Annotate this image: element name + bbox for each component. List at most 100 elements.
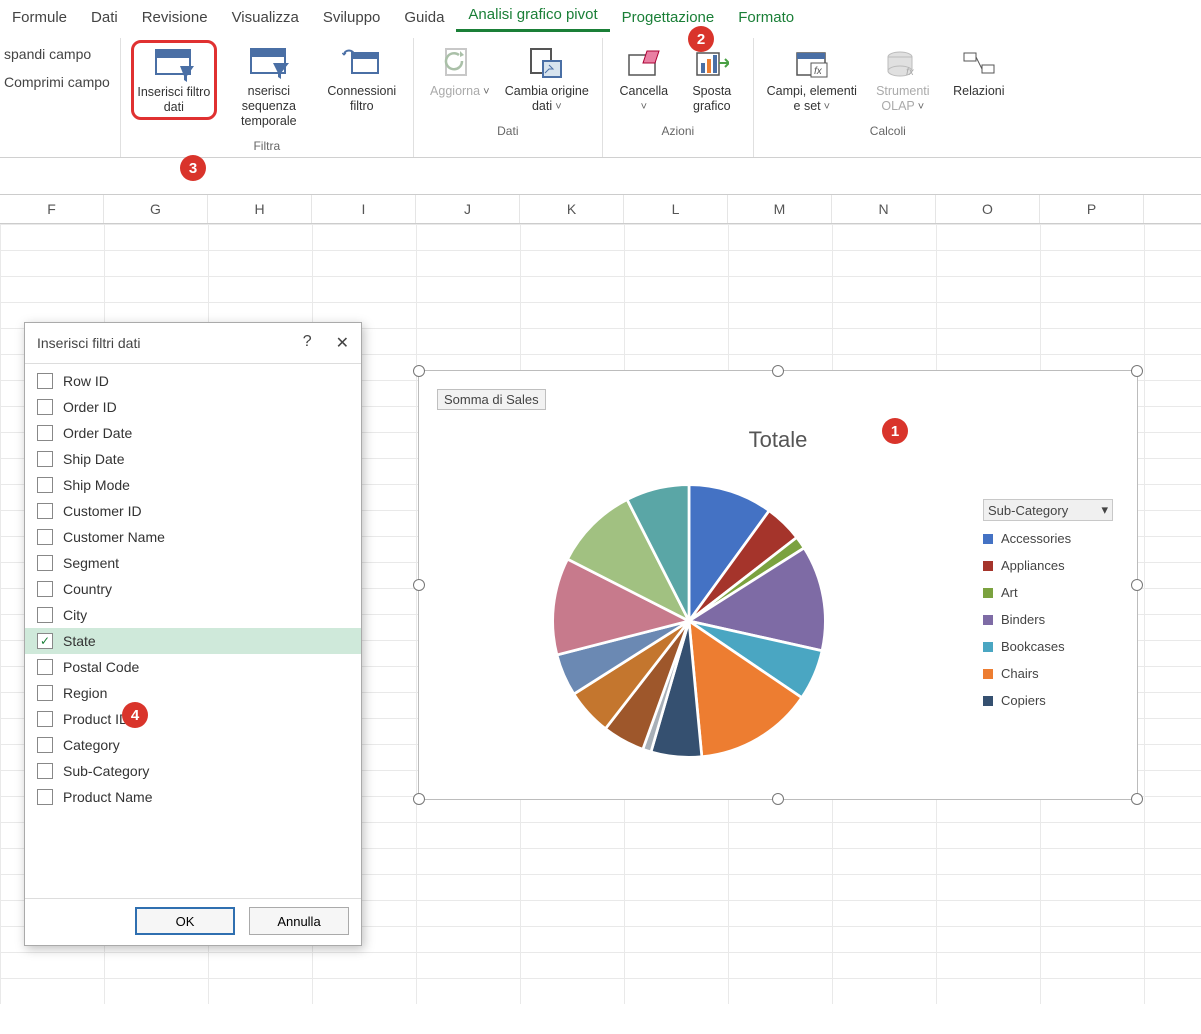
checkbox-icon[interactable] [37, 477, 53, 493]
column-header[interactable]: M [728, 195, 832, 223]
chart-legend: AccessoriesAppliancesArtBindersBookcases… [983, 531, 1113, 708]
slicer-field-item[interactable]: Sub-Category [25, 758, 361, 784]
expand-field-cmd[interactable]: spandi campo [4, 46, 110, 62]
checkbox-icon[interactable] [37, 711, 53, 727]
tab-guida[interactable]: Guida [392, 3, 456, 32]
slicer-field-item[interactable]: Segment [25, 550, 361, 576]
slicer-field-item[interactable]: ✓State [25, 628, 361, 654]
slicer-field-item[interactable]: Ship Mode [25, 472, 361, 498]
annotation-badge-4: 4 [122, 702, 148, 728]
slicer-field-item[interactable]: Customer Name [25, 524, 361, 550]
tab-formato[interactable]: Formato [726, 3, 806, 32]
column-header[interactable]: L [624, 195, 728, 223]
slicer-field-list[interactable]: Row IDOrder IDOrder Date Ship Date Ship Mo… [25, 363, 361, 899]
ribbon-field-actions: spandi campo Comprimi campo [0, 38, 121, 157]
legend-swatch [983, 669, 993, 679]
checkbox-icon[interactable] [37, 503, 53, 519]
resize-handle[interactable] [413, 793, 425, 805]
slicer-field-item[interactable]: Product ID [25, 706, 361, 732]
change-data-source-button[interactable]: Cambia origine dati [502, 40, 592, 118]
slicer-field-label: Postal Code [63, 659, 139, 675]
checkbox-icon[interactable] [37, 425, 53, 441]
relationships-button[interactable]: Relazioni [946, 40, 1012, 103]
resize-handle[interactable] [413, 579, 425, 591]
tab-revisione[interactable]: Revisione [130, 3, 220, 32]
slicer-field-item[interactable]: Country [25, 576, 361, 602]
clear-button[interactable]: Cancella [613, 40, 675, 118]
slicer-field-label: Country [63, 581, 112, 597]
insert-slicer-button[interactable]: Inserisci filtro dati [131, 40, 217, 120]
checkbox-icon[interactable] [37, 529, 53, 545]
pivot-chart[interactable]: Somma di Sales Totale Sub-Category ▾ Acc… [418, 370, 1138, 800]
resize-handle[interactable] [1131, 793, 1143, 805]
slicer-field-item[interactable]: Category [25, 732, 361, 758]
slicer-field-label: Segment [63, 555, 119, 571]
tab-dati[interactable]: Dati [79, 3, 130, 32]
resize-handle[interactable] [1131, 365, 1143, 377]
help-icon[interactable]: ? [303, 333, 312, 353]
tab-visualizza[interactable]: Visualizza [220, 3, 311, 32]
chart-value-field-button[interactable]: Somma di Sales [437, 389, 546, 410]
cancel-button[interactable]: Annulla [249, 907, 349, 935]
slicer-field-item[interactable]: Order Date [25, 420, 361, 446]
collapse-field-cmd[interactable]: Comprimi campo [4, 74, 110, 90]
close-icon[interactable]: ✕ [336, 333, 349, 353]
checkbox-icon[interactable] [37, 737, 53, 753]
ok-button[interactable]: OK [135, 907, 235, 935]
filter-connections-button[interactable]: Connessioni filtro [321, 40, 403, 118]
checkbox-icon[interactable] [37, 373, 53, 389]
move-chart-button[interactable]: Sposta grafico [681, 40, 743, 118]
olap-label: Strumenti OLAP [868, 84, 938, 114]
resize-handle[interactable] [772, 365, 784, 377]
checkbox-icon[interactable] [37, 581, 53, 597]
slicer-field-item[interactable]: Region [25, 680, 361, 706]
insert-slicers-dialog: Inserisci filtri dati ? ✕ Row IDOrder ID… [24, 322, 362, 946]
insert-timeline-button[interactable]: nserisci sequenza temporale [223, 40, 315, 133]
slicer-field-label: Ship Date [63, 451, 124, 467]
resize-handle[interactable] [772, 793, 784, 805]
dropdown-caret-icon: ▾ [1101, 502, 1108, 518]
checkbox-icon[interactable] [37, 607, 53, 623]
tab-sviluppo[interactable]: Sviluppo [311, 3, 393, 32]
relationships-icon [962, 44, 996, 84]
checkbox-icon[interactable] [37, 789, 53, 805]
filter-connections-icon [342, 44, 382, 84]
resize-handle[interactable] [413, 365, 425, 377]
column-header[interactable]: G [104, 195, 208, 223]
tab-analisi-grafico-pivot[interactable]: Analisi grafico pivot [456, 0, 609, 32]
column-header[interactable]: I [312, 195, 416, 223]
slicer-field-item[interactable]: Product Name [25, 784, 361, 810]
chart-legend-field-button[interactable]: Sub-Category ▾ [983, 499, 1113, 521]
checkbox-icon[interactable] [37, 659, 53, 675]
tab-formule[interactable]: Formule [0, 3, 79, 32]
slicer-field-label: Sub-Category [63, 763, 149, 779]
slicer-field-item[interactable]: Row ID [25, 368, 361, 394]
move-chart-label: Sposta grafico [683, 84, 741, 114]
ribbon-toolbar: spandi campo Comprimi campo Inserisci fi… [0, 34, 1201, 158]
ribbon-tabs: Formule Dati Revisione Visualizza Svilup… [0, 0, 1201, 34]
slicer-field-item[interactable]: City [25, 602, 361, 628]
slicer-field-item[interactable]: Ship Date [25, 446, 361, 472]
column-header[interactable]: O [936, 195, 1040, 223]
checkbox-icon[interactable] [37, 685, 53, 701]
slicer-field-item[interactable]: Postal Code [25, 654, 361, 680]
legend-swatch [983, 534, 993, 544]
checkbox-icon[interactable] [37, 399, 53, 415]
slicer-field-item[interactable]: Order ID [25, 394, 361, 420]
column-header[interactable]: J [416, 195, 520, 223]
column-header[interactable]: P [1040, 195, 1144, 223]
column-header[interactable]: H [208, 195, 312, 223]
resize-handle[interactable] [1131, 579, 1143, 591]
checkbox-icon[interactable] [37, 763, 53, 779]
checkbox-icon[interactable]: ✓ [37, 633, 53, 649]
fields-items-sets-button[interactable]: fx Campi, elementi e set [764, 40, 860, 118]
legend-swatch [983, 696, 993, 706]
column-header[interactable]: N [832, 195, 936, 223]
column-header[interactable]: F [0, 195, 104, 223]
slicer-field-label: Ship Mode [63, 477, 130, 493]
column-header[interactable]: K [520, 195, 624, 223]
slicer-field-label: City [63, 607, 87, 623]
checkbox-icon[interactable] [37, 451, 53, 467]
slicer-field-item[interactable]: Customer ID [25, 498, 361, 524]
checkbox-icon[interactable] [37, 555, 53, 571]
